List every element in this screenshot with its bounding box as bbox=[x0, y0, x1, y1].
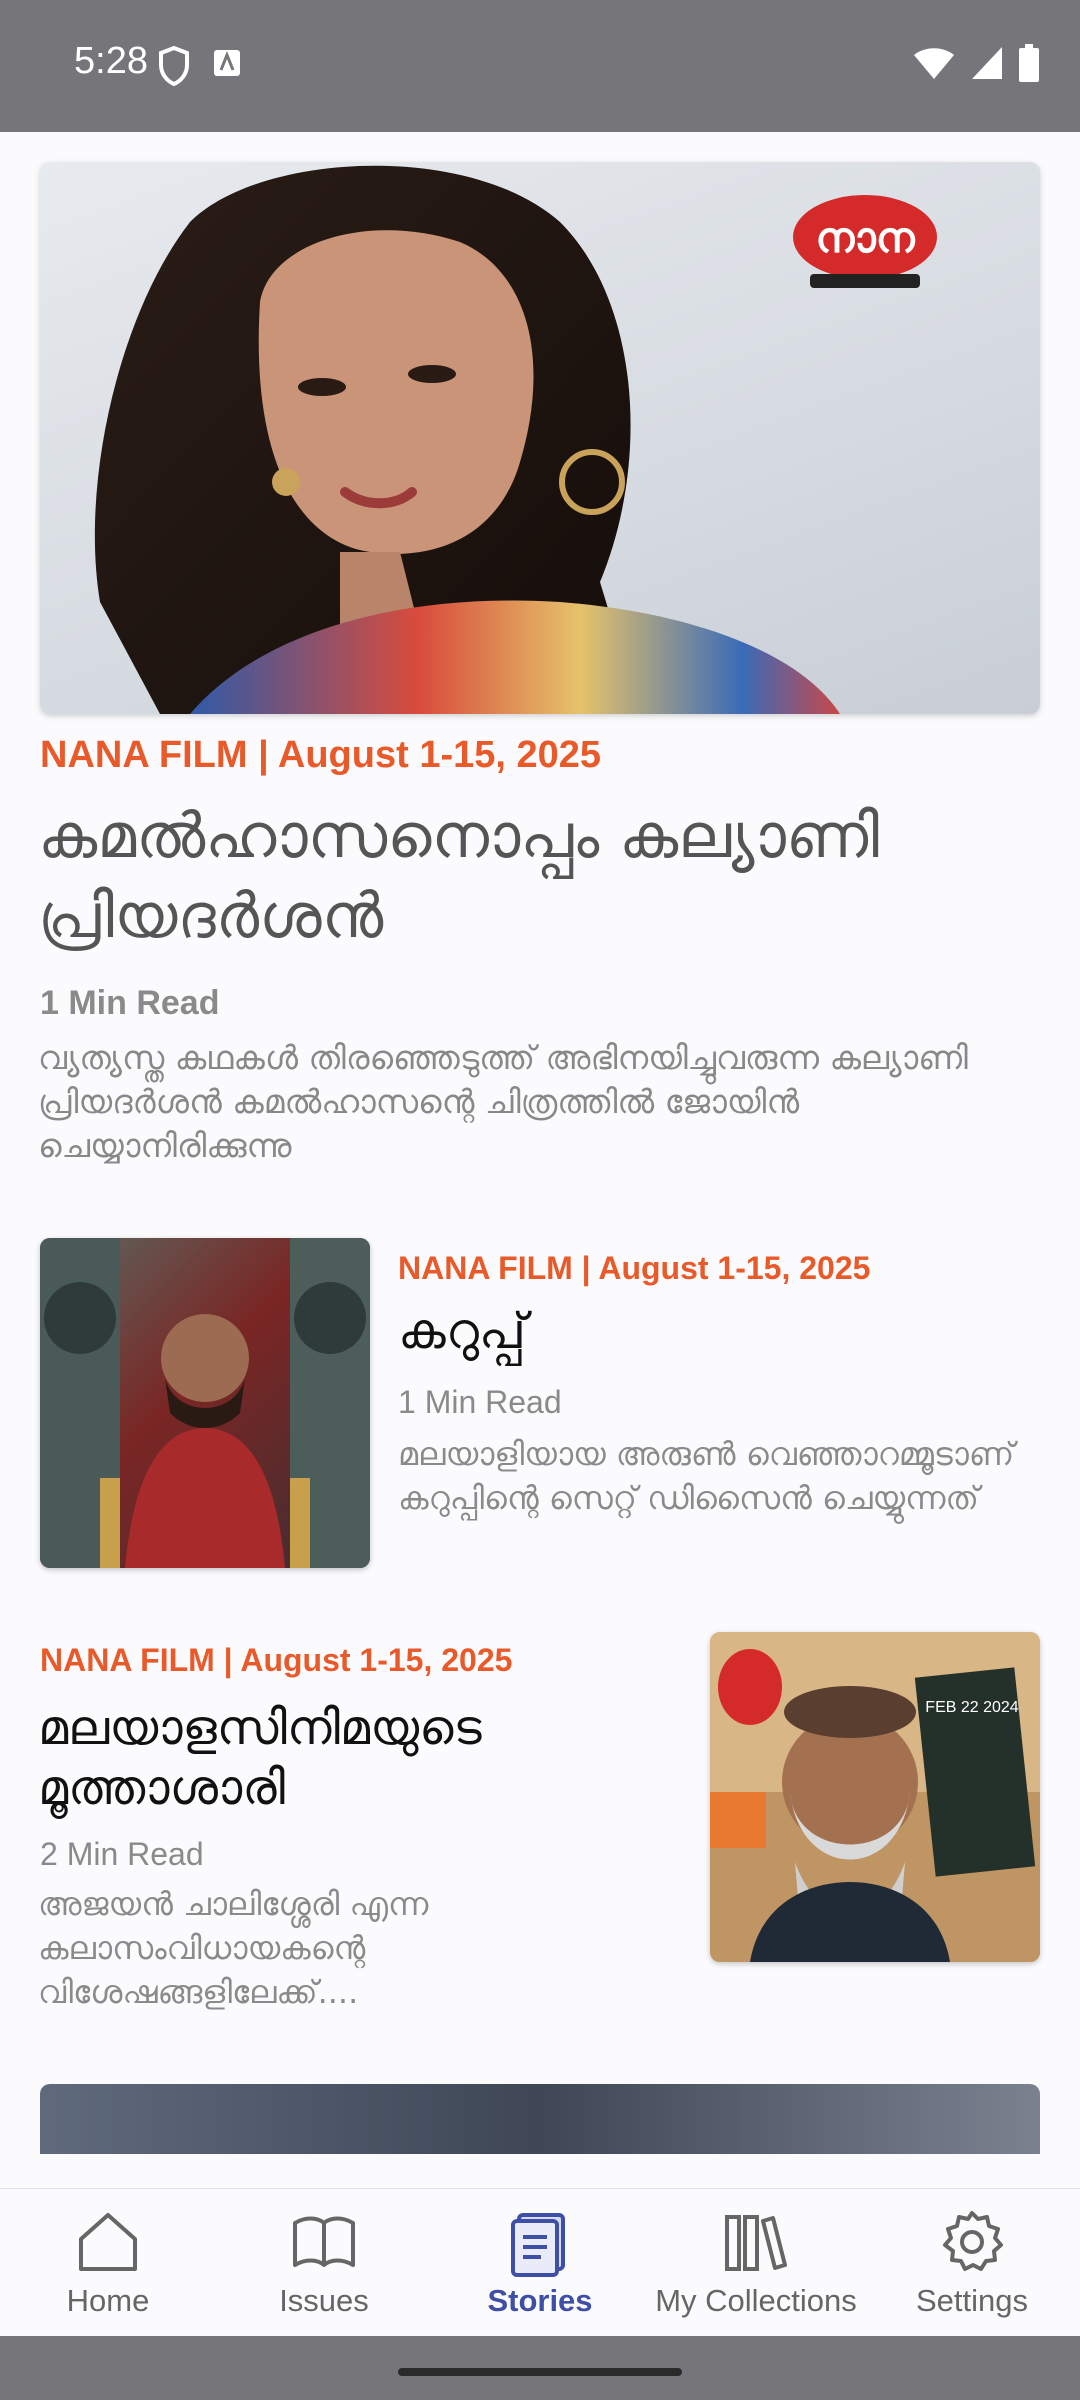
gear-icon bbox=[943, 2211, 1003, 2271]
text-badge-icon bbox=[214, 50, 240, 76]
hero-article-title[interactable]: കമൽഹാസനൊപ്പം കല്യാണി പ്രിയദർശൻ bbox=[38, 796, 1038, 956]
wifi-icon bbox=[914, 48, 954, 79]
nav-item-issues[interactable]: Issues bbox=[216, 2189, 432, 2336]
nav-item-stories[interactable]: Stories bbox=[432, 2189, 648, 2336]
hero-article-meta: NANA FILM | August 1-15, 2025 bbox=[40, 734, 602, 776]
collections-icon bbox=[725, 2215, 787, 2271]
article-title[interactable]: മലയാളസിനിമയുടെ മൂത്താശാരി bbox=[38, 1698, 678, 1818]
status-system-icons bbox=[912, 44, 1040, 82]
home-icon bbox=[79, 2213, 137, 2271]
nav-label: Settings bbox=[915, 2283, 1028, 2318]
portrait-illustration: നാന bbox=[94, 165, 937, 714]
article-meta: NANA FILM | August 1-15, 2025 bbox=[398, 1250, 871, 1286]
bottom-navigation: Home Issues Stories My Collections Setti… bbox=[0, 2188, 1080, 2336]
poster-date-text: FEB 22 2024 bbox=[925, 1699, 1019, 1716]
nana-logo-badge bbox=[718, 1649, 782, 1725]
book-icon bbox=[293, 2216, 355, 2267]
gesture-handle[interactable] bbox=[398, 2368, 682, 2376]
article-thumbnail-karuppu[interactable] bbox=[40, 1238, 370, 1568]
next-article-image[interactable] bbox=[40, 2084, 1040, 2154]
shield-icon bbox=[159, 46, 189, 86]
article-description: മലയാളിയായ അരുൺ വെഞ്ഞാറമ്മൂടാണ് കറുപ്പിന്… bbox=[398, 1435, 1015, 1517]
nav-label: Issues bbox=[279, 2283, 369, 2318]
movie-still-illustration bbox=[40, 1238, 370, 1568]
gesture-navigation-area bbox=[0, 2336, 1080, 2400]
stories-icon bbox=[511, 2213, 565, 2277]
status-bar: 5:28 bbox=[0, 0, 1080, 132]
hero-article-image[interactable]: നാന bbox=[40, 162, 1040, 714]
nav-label: Home bbox=[66, 2283, 150, 2318]
status-notification-icons bbox=[158, 46, 242, 86]
nav-label: My Collections bbox=[655, 2283, 857, 2318]
article-title[interactable]: കറുപ്പ് bbox=[398, 1302, 526, 1361]
article-read-time: 2 Min Read bbox=[40, 1836, 204, 1872]
nana-logo-text: നാന bbox=[815, 213, 915, 262]
stories-feed[interactable]: നാന NANA FILM | August 1-15, 2025 കമൽഹാസ… bbox=[0, 132, 1080, 2154]
nav-label: Stories bbox=[487, 2283, 593, 2318]
signal-icon bbox=[972, 47, 1002, 79]
hero-article-description: വ്യത്യസ്ത കഥകൾ തിരഞ്ഞെടുത്ത് അഭിനയിച്ചുവ… bbox=[38, 1038, 968, 1165]
article-description: അജയൻ ചാലിശ്ശേരി എന്ന കലാസംവിധായകന്റെ വിശ… bbox=[38, 1885, 429, 2011]
portrait-illustration: FEB 22 2024 bbox=[710, 1632, 1040, 1962]
article-meta: NANA FILM | August 1-15, 2025 bbox=[40, 1642, 513, 1678]
nav-item-my-collections[interactable]: My Collections bbox=[648, 2189, 864, 2336]
status-time: 5:28 bbox=[74, 40, 148, 82]
battery-icon bbox=[1019, 44, 1039, 82]
nav-item-home[interactable]: Home bbox=[0, 2189, 216, 2336]
article-read-time: 1 Min Read bbox=[398, 1384, 562, 1420]
hero-article-read-time: 1 Min Read bbox=[40, 984, 220, 1022]
article-thumbnail-moothashari[interactable]: FEB 22 2024 bbox=[710, 1632, 1040, 1962]
nav-item-settings[interactable]: Settings bbox=[864, 2189, 1080, 2336]
